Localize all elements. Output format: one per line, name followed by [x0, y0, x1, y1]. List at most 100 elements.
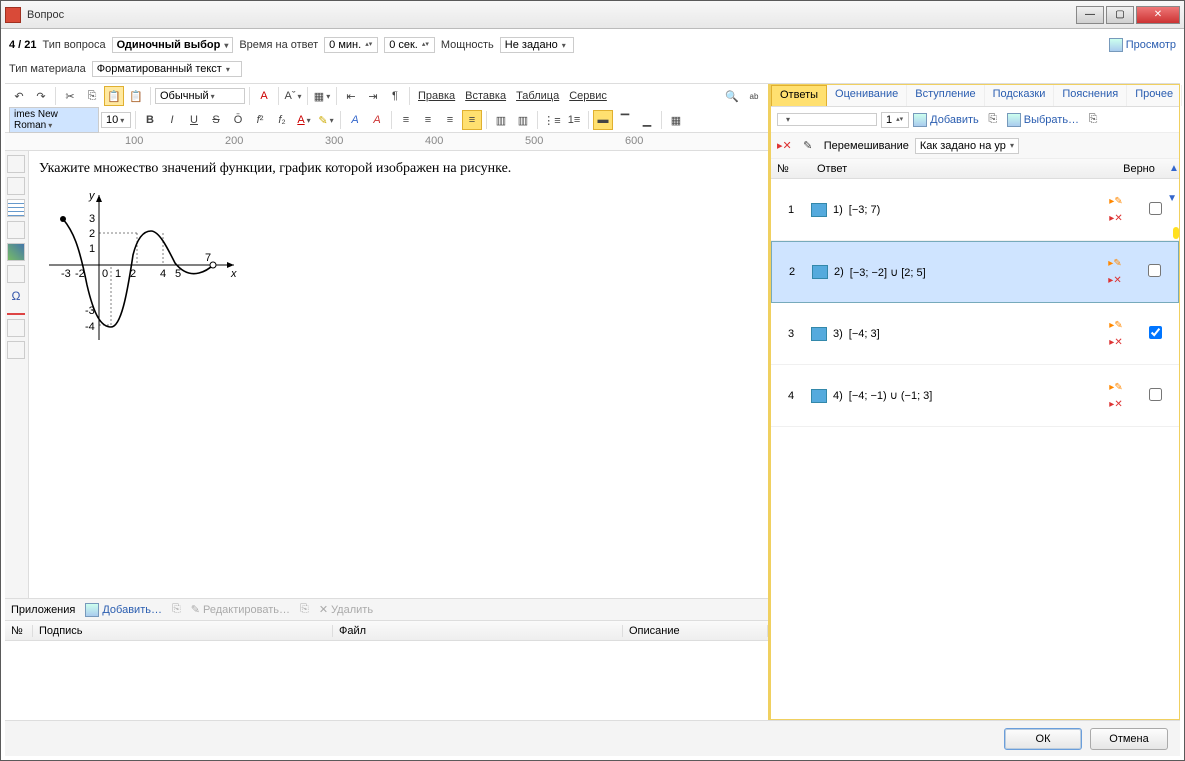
edit-answer-icon[interactable]: ▸✎: [1109, 382, 1122, 393]
edit-answer-icon[interactable]: ▸✎: [1109, 320, 1122, 331]
column-right-button[interactable]: ▥: [513, 110, 533, 130]
answer-row[interactable]: 3 3) [−4; 3] ▸✎ ▸✕: [771, 303, 1179, 365]
col-number[interactable]: №: [771, 163, 811, 175]
delete-answer-icon[interactable]: ▸✕: [1109, 399, 1122, 410]
tab-other[interactable]: Прочее: [1127, 85, 1182, 106]
ok-button[interactable]: ОК: [1004, 728, 1082, 750]
answer-extra-button[interactable]: ⎘: [1083, 110, 1103, 130]
scroll-marker[interactable]: [1173, 227, 1179, 239]
align-center-button[interactable]: ≡: [418, 110, 438, 130]
paste-special-button[interactable]: 📋: [126, 86, 146, 106]
bullets-button[interactable]: ⋮≡: [542, 110, 562, 130]
answer-choose-button[interactable]: Выбрать…: [1007, 113, 1079, 127]
col-answer[interactable]: Ответ: [811, 163, 1115, 175]
menu-insert[interactable]: Вставка: [461, 88, 510, 104]
time-sec-spinner[interactable]: 0 сек.: [384, 37, 435, 53]
font-select[interactable]: imes New Roman: [9, 107, 99, 133]
palette-table-icon[interactable]: [7, 199, 25, 217]
palette-item-6[interactable]: [7, 265, 25, 283]
correct-checkbox[interactable]: [1149, 202, 1162, 215]
redo-button[interactable]: ↷: [31, 86, 51, 106]
font-color-button[interactable]: A: [254, 86, 274, 106]
size-select[interactable]: 10: [101, 112, 131, 128]
align-right-button[interactable]: ≡: [440, 110, 460, 130]
text-color-button[interactable]: A: [294, 110, 314, 130]
preview-link[interactable]: Просмотр: [1109, 38, 1176, 52]
align-justify-button[interactable]: ≡: [462, 110, 482, 130]
answer-row[interactable]: 2 2) [−3; −2] ∪ [2; 5] ▸✎ ▸✕: [771, 241, 1179, 303]
superscript-button[interactable]: f²: [250, 110, 270, 130]
answer-type-select[interactable]: [777, 113, 877, 126]
edit-answer-icon[interactable]: ▸✎: [1108, 258, 1121, 269]
subscript-button[interactable]: f₂: [272, 110, 292, 130]
tab-grading[interactable]: Оценивание: [827, 85, 907, 106]
correct-checkbox[interactable]: [1149, 388, 1162, 401]
underline-button[interactable]: U: [184, 110, 204, 130]
delete-answer-icon[interactable]: ▸✕: [1109, 337, 1122, 348]
palette-item-9[interactable]: [7, 341, 25, 359]
edit-answer-icon[interactable]: ▸✎: [1109, 196, 1122, 207]
answer-copy-button[interactable]: ⎘: [983, 110, 1003, 130]
delete-answer-icon[interactable]: ▸✕: [1109, 213, 1122, 224]
attach-add-button[interactable]: Добавить…: [85, 603, 162, 617]
palette-item-4[interactable]: [7, 221, 25, 239]
cut-button[interactable]: ✂: [60, 86, 80, 106]
delete-answer-icon[interactable]: ▸✕: [1108, 275, 1121, 286]
tab-hints[interactable]: Подсказки: [985, 85, 1055, 106]
material-select[interactable]: Форматированный текст: [92, 61, 242, 77]
insert-table-button[interactable]: ▦: [666, 110, 686, 130]
answer-row[interactable]: 1 1) [−3; 7) ▸✎ ▸✕: [771, 179, 1179, 241]
maximize-button[interactable]: ▢: [1106, 6, 1134, 24]
clear-char-button[interactable]: A: [345, 110, 365, 130]
correct-checkbox[interactable]: [1149, 326, 1162, 339]
undo-button[interactable]: ↶: [9, 86, 29, 106]
palette-image-icon[interactable]: [7, 243, 25, 261]
col-sign[interactable]: Подпись: [33, 625, 333, 637]
menu-table[interactable]: Таблица: [512, 88, 563, 104]
col-desc[interactable]: Описание: [623, 625, 768, 637]
menu-edit[interactable]: Правка: [414, 88, 459, 104]
answer-row[interactable]: 4 4) [−4; −1) ∪ (−1; 3] ▸✎ ▸✕: [771, 365, 1179, 427]
copy-button[interactable]: ⎘: [82, 86, 102, 106]
highlight-button[interactable]: ✎: [316, 110, 336, 130]
time-min-spinner[interactable]: 0 мин.: [324, 37, 378, 53]
indent-left-button[interactable]: ⇤: [341, 86, 361, 106]
column-left-button[interactable]: ▥: [491, 110, 511, 130]
show-marks-button[interactable]: ¶: [385, 86, 405, 106]
close-button[interactable]: ✕: [1136, 6, 1180, 24]
bold-button[interactable]: B: [140, 110, 160, 130]
char-case-button[interactable]: Aˇ: [283, 86, 303, 106]
answer-add-button[interactable]: Добавить: [913, 113, 979, 127]
power-select[interactable]: Не задано: [500, 37, 574, 53]
find-button[interactable]: 🔍: [722, 86, 742, 106]
delete-all-icon[interactable]: ▸✕: [777, 139, 792, 152]
indent-right-button[interactable]: ⇥: [363, 86, 383, 106]
col-num[interactable]: №: [5, 625, 33, 637]
bg-color-button[interactable]: ▬: [593, 110, 613, 130]
menu-service[interactable]: Сервис: [565, 88, 611, 104]
tab-explanations[interactable]: Пояснения: [1054, 85, 1127, 106]
attach-export-button[interactable]: ⎘: [300, 603, 309, 616]
tab-answers[interactable]: Ответы: [771, 85, 827, 106]
document-canvas[interactable]: Укажите множество значений функции, граф…: [29, 151, 768, 598]
line-bottom-button[interactable]: ▁: [637, 110, 657, 130]
col-correct[interactable]: Верно: [1115, 163, 1163, 175]
move-up-icon[interactable]: ▲: [1169, 163, 1173, 174]
numbering-button[interactable]: 1≡: [564, 110, 584, 130]
align-left-button[interactable]: ≡: [396, 110, 416, 130]
paste-button[interactable]: 📋: [104, 86, 124, 106]
clear-para-button[interactable]: A: [367, 110, 387, 130]
type-select[interactable]: Одиночный выбор: [112, 37, 234, 53]
attach-delete-button[interactable]: ✕ Удалить: [319, 603, 373, 616]
edit-icon[interactable]: ✎: [798, 136, 818, 156]
tab-intro[interactable]: Вступление: [907, 85, 984, 106]
minimize-button[interactable]: —: [1076, 6, 1104, 24]
palette-item-1[interactable]: [7, 155, 25, 173]
palette-item-2[interactable]: [7, 177, 25, 195]
borders-button[interactable]: ▦: [312, 86, 332, 106]
palette-omega-icon[interactable]: Ω: [7, 287, 25, 305]
attach-copy-button[interactable]: ⎘: [172, 603, 181, 616]
shuffle-select[interactable]: Как задано на ур: [915, 138, 1019, 154]
answer-count-spinner[interactable]: 1: [881, 112, 909, 128]
move-down-icon[interactable]: ▼: [1167, 193, 1177, 204]
